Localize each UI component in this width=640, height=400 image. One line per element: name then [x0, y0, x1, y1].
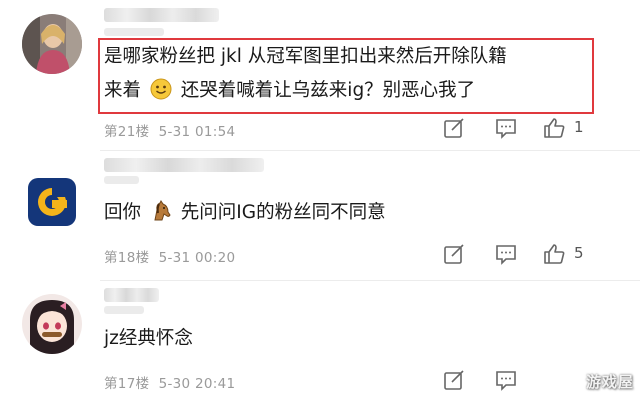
comment-meta: 第21楼 5-31 01:54 — [104, 120, 235, 140]
comment-text-line1: 是哪家粉丝把 jkl 从冠军图里扣出来然后开除队籍 — [104, 46, 507, 67]
user-avatar[interactable] — [22, 14, 82, 74]
username-sub-blurred — [104, 28, 164, 36]
user-avatar[interactable] — [22, 294, 82, 354]
comment-meta: 第18楼 5-31 00:20 — [104, 246, 235, 266]
horse-emoji-icon — [150, 200, 172, 222]
share-icon[interactable] — [442, 116, 466, 140]
share-icon[interactable] — [442, 368, 466, 392]
g-logo-avatar-icon — [22, 172, 82, 232]
comment-text: 回你 先问问IG的粉丝同不同意 — [104, 200, 386, 223]
comment-text: 是哪家粉丝把 jkl 从冠军图里扣出来然后开除队籍 来着 还哭着喊着让乌兹来ig… — [104, 40, 507, 108]
comment-time: 5-31 01:54 — [158, 124, 236, 140]
share-icon[interactable] — [442, 242, 466, 266]
username-sub-blurred — [104, 306, 144, 314]
reply-icon[interactable] — [494, 116, 518, 140]
comment-18: 回你 先问问IG的粉丝同不同意 第18楼 5-31 00:20 5 — [0, 150, 640, 280]
comment-17: jz经典怀念 第17楼 5-30 20:41 — [0, 280, 640, 400]
smile-emoji-icon — [150, 78, 172, 100]
comment-21: 是哪家粉丝把 jkl 从冠军图里扣出来然后开除队籍 来着 还哭着喊着让乌兹来ig… — [0, 0, 640, 150]
comment-meta: 第17楼 5-30 20:41 — [104, 372, 235, 392]
username-sub-blurred — [104, 176, 139, 184]
reply-icon[interactable] — [494, 368, 518, 392]
like-icon[interactable] — [542, 116, 566, 140]
floor-number: 第18楼 — [104, 250, 150, 266]
user-avatar[interactable] — [22, 172, 82, 232]
username-blurred — [104, 158, 264, 172]
reply-icon[interactable] — [494, 242, 518, 266]
like-count: 5 — [574, 244, 584, 262]
username-blurred — [104, 8, 219, 22]
comment-text-line2: 来着 还哭着喊着让乌兹来ig？别恶心我了 — [104, 78, 476, 101]
anime-girl-avatar-icon — [22, 294, 82, 354]
watermark: 游戏屋 — [570, 371, 634, 392]
comment-time: 5-30 20:41 — [158, 376, 236, 392]
floor-number: 第21楼 — [104, 124, 150, 140]
floor-number: 第17楼 — [104, 376, 150, 392]
like-count: 1 — [574, 118, 584, 136]
comment-text: jz经典怀念 — [104, 328, 193, 349]
username-blurred — [104, 288, 159, 302]
like-icon[interactable] — [542, 242, 566, 266]
user-photo-avatar-icon — [22, 14, 82, 74]
watermark-logo-icon — [570, 375, 584, 389]
comment-time: 5-31 00:20 — [158, 250, 236, 266]
